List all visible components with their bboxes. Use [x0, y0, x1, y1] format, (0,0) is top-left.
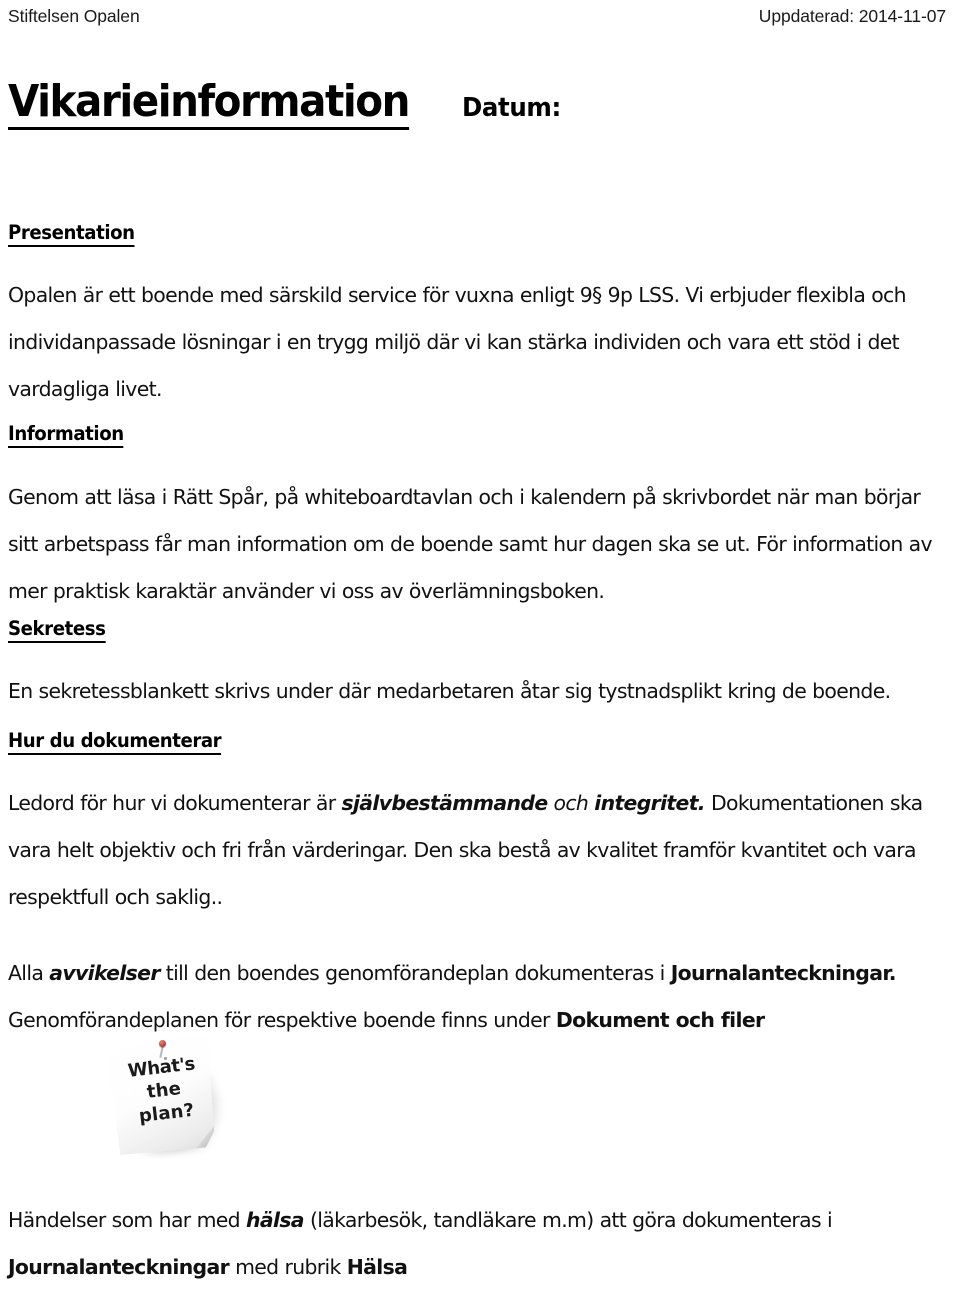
section-body-presentation: Opalen är ett boende med särskild servic…: [8, 283, 907, 402]
document-header: Stiftelsen Opalen Uppdaterad: 2014-11-07: [0, 0, 960, 46]
handelser-emphasis-halsa: hälsa: [246, 1208, 305, 1233]
section-information-heading-wrap: Information: [8, 422, 132, 449]
page-title: Vikarieinformation: [8, 80, 410, 130]
sticky-note-image: What's the plan?: [96, 1030, 246, 1170]
section-presentation-heading-wrap: Presentation: [8, 221, 144, 248]
section-heading-dokumentation: Hur du dokumenterar: [8, 729, 222, 756]
section-body-information: Genom att läsa i Rätt Spår, på whiteboar…: [8, 485, 933, 604]
header-organization: Stiftelsen Opalen: [8, 6, 140, 26]
section-body-sekretess: En sekretessblankett skrivs under där me…: [8, 679, 891, 704]
title-row: Vikarieinformation Datum:: [8, 80, 938, 130]
genomforande-strong-dokument-och-filer: Dokument och filer: [555, 1008, 765, 1033]
document-page: Stiftelsen Opalen Uppdaterad: 2014-11-07…: [0, 0, 960, 1279]
avvikelser-strong-journalanteckningar: Journalanteckningar.: [670, 961, 897, 986]
dok-emphasis-integritet: integritet.: [594, 791, 705, 816]
dok-emphasis-sjalvbestammande: självbestämmande: [341, 791, 548, 816]
handelser-strong-journalanteckningar: Journalanteckningar: [8, 1255, 230, 1280]
avvikelser-text-1: Alla: [8, 961, 50, 986]
section-sekretess-heading-wrap: Sekretess: [8, 617, 113, 644]
dok-text-2: och: [547, 791, 595, 816]
handelser-text-2: (läkarbesök, tandläkare m.m) att göra do…: [303, 1208, 833, 1233]
section-heading-presentation: Presentation: [8, 221, 135, 248]
paragraph-avvikelser: Alla avvikelser till den boendes genomfö…: [8, 950, 944, 997]
paragraph-handelser: Händelser som har med hälsa (läkarbesök,…: [8, 1197, 944, 1291]
handelser-strong-halsa: Hälsa: [346, 1255, 408, 1280]
dok-text-1: Ledord för hur vi dokumenterar är: [8, 791, 342, 816]
section-heading-sekretess: Sekretess: [8, 617, 106, 644]
genomforande-text-1: Genomförandeplanen för respektive boende…: [8, 1008, 556, 1033]
sticky-note-text: What's the plan?: [110, 1051, 217, 1131]
section-dokumentation-heading-wrap: Hur du dokumenterar: [8, 729, 237, 756]
section-heading-information: Information: [8, 422, 124, 449]
section-body-dokumentation: Ledord för hur vi dokumenterar är självb…: [8, 780, 944, 921]
date-label: Datum:: [461, 93, 561, 123]
avvikelser-emphasis: avvikelser: [49, 961, 160, 986]
pushpin-icon: [159, 1040, 166, 1047]
handelser-text-1: Händelser som har med: [8, 1208, 246, 1233]
header-updated-date: Uppdaterad: 2014-11-07: [758, 6, 946, 26]
avvikelser-text-2: till den boendes genomförandeplan dokume…: [159, 961, 671, 986]
handelser-text-3: med rubrik: [229, 1255, 347, 1280]
